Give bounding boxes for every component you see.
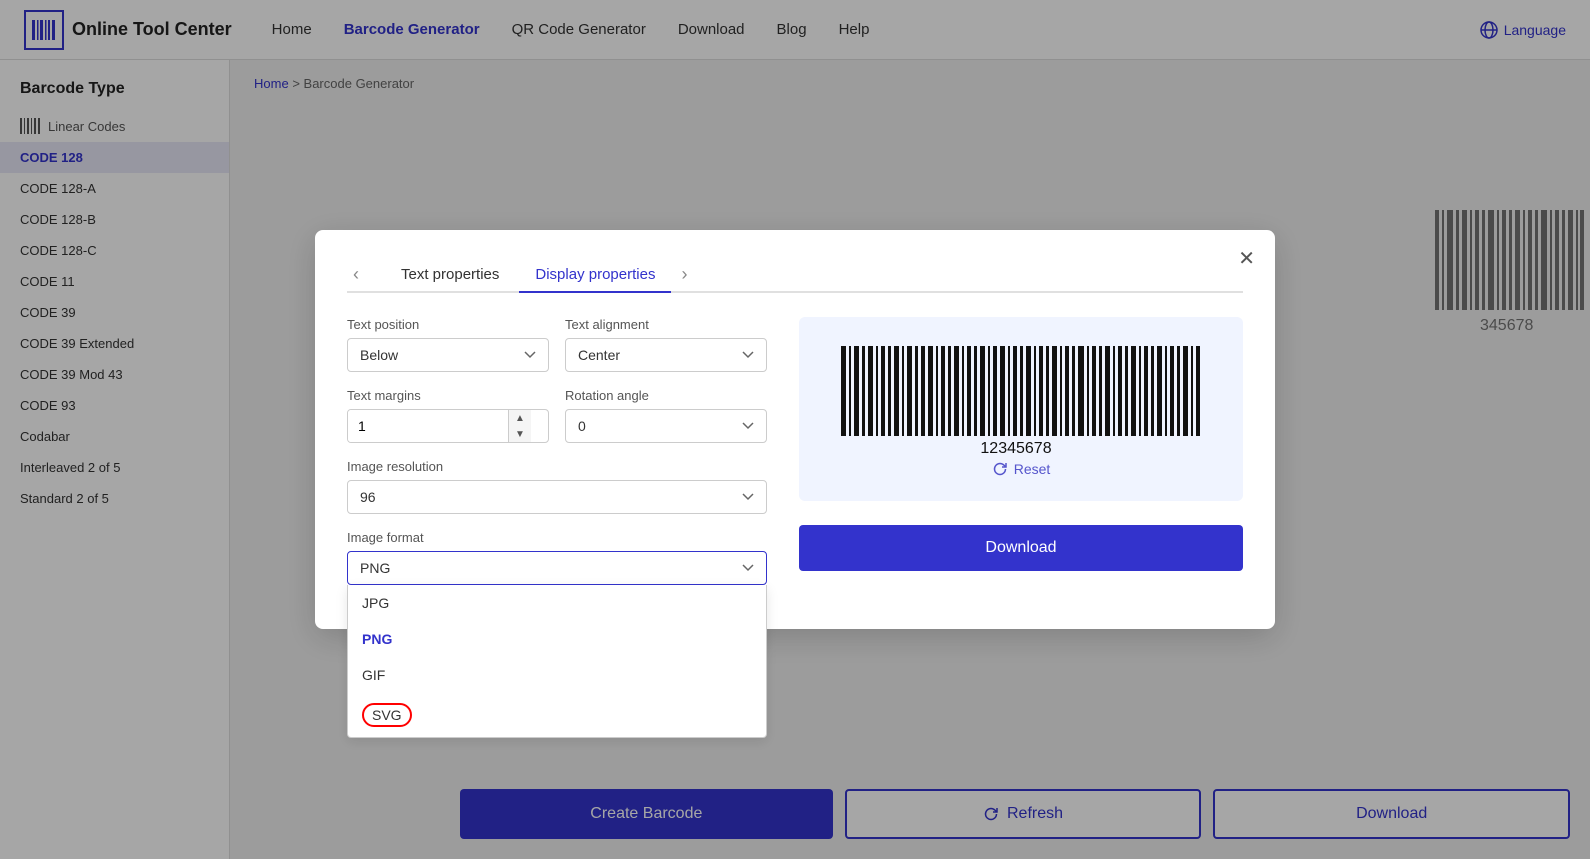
- reset-icon: [992, 461, 1008, 477]
- properties-modal: ✕ ‹ Text properties Display properties ›…: [315, 230, 1275, 629]
- barcode-text: 12345678: [980, 440, 1051, 457]
- tab-nav-right[interactable]: ›: [675, 264, 693, 285]
- image-format-select[interactable]: PNG: [347, 551, 767, 585]
- form-row-4: Image format PNG JPG PNG GIF SVG: [347, 530, 767, 585]
- format-png[interactable]: PNG: [348, 621, 766, 657]
- text-alignment-select[interactable]: Center: [565, 338, 767, 372]
- text-margins-label: Text margins: [347, 388, 549, 403]
- reset-label: Reset: [1014, 461, 1051, 477]
- barcode-preview-area: 12345678 Reset: [799, 317, 1243, 501]
- modal-close-button[interactable]: ✕: [1238, 246, 1255, 271]
- format-svg-label: SVG: [362, 703, 412, 727]
- modal-body: Text position Below Text alignment Cente…: [347, 317, 1243, 601]
- text-margins-input[interactable]: 1: [348, 410, 508, 442]
- text-position-select[interactable]: Below: [347, 338, 549, 372]
- modal-overlay: ✕ ‹ Text properties Display properties ›…: [0, 0, 1590, 859]
- form-row-2: Text margins 1 ▲ ▼ Rotation angle 0: [347, 388, 767, 443]
- text-position-group: Text position Below: [347, 317, 549, 372]
- rotation-angle-select[interactable]: 0: [565, 409, 767, 443]
- spinner-buttons: ▲ ▼: [508, 410, 531, 442]
- tab-text-properties[interactable]: Text properties: [385, 258, 515, 293]
- image-format-group: Image format PNG JPG PNG GIF SVG: [347, 530, 767, 585]
- image-resolution-label: Image resolution: [347, 459, 767, 474]
- form-row-1: Text position Below Text alignment Cente…: [347, 317, 767, 372]
- form-row-3: Image resolution 96: [347, 459, 767, 514]
- modal-form: Text position Below Text alignment Cente…: [347, 317, 767, 601]
- rotation-angle-label: Rotation angle: [565, 388, 767, 403]
- tab-nav-left[interactable]: ‹: [347, 264, 365, 285]
- image-resolution-group: Image resolution 96: [347, 459, 767, 514]
- modal-download-button[interactable]: Download: [799, 525, 1243, 571]
- modal-tabs: ‹ Text properties Display properties ›: [347, 258, 1243, 293]
- format-jpg[interactable]: JPG: [348, 585, 766, 621]
- spinner-up[interactable]: ▲: [509, 410, 531, 426]
- format-gif[interactable]: GIF: [348, 657, 766, 693]
- barcode-svg: 12345678: [831, 341, 1211, 461]
- image-resolution-select[interactable]: 96: [347, 480, 767, 514]
- tab-display-properties[interactable]: Display properties: [519, 258, 671, 293]
- image-format-label: Image format: [347, 530, 767, 545]
- format-svg[interactable]: SVG: [348, 693, 766, 737]
- image-format-dropdown: JPG PNG GIF SVG: [347, 585, 767, 738]
- text-margins-group: Text margins 1 ▲ ▼: [347, 388, 549, 443]
- rotation-angle-group: Rotation angle 0: [565, 388, 767, 443]
- reset-link[interactable]: Reset: [992, 461, 1051, 477]
- text-alignment-group: Text alignment Center: [565, 317, 767, 372]
- text-margins-spinner: 1 ▲ ▼: [347, 409, 549, 443]
- text-alignment-label: Text alignment: [565, 317, 767, 332]
- text-position-label: Text position: [347, 317, 549, 332]
- modal-preview: 12345678 Reset Download: [799, 317, 1243, 601]
- spinner-down[interactable]: ▼: [509, 426, 531, 442]
